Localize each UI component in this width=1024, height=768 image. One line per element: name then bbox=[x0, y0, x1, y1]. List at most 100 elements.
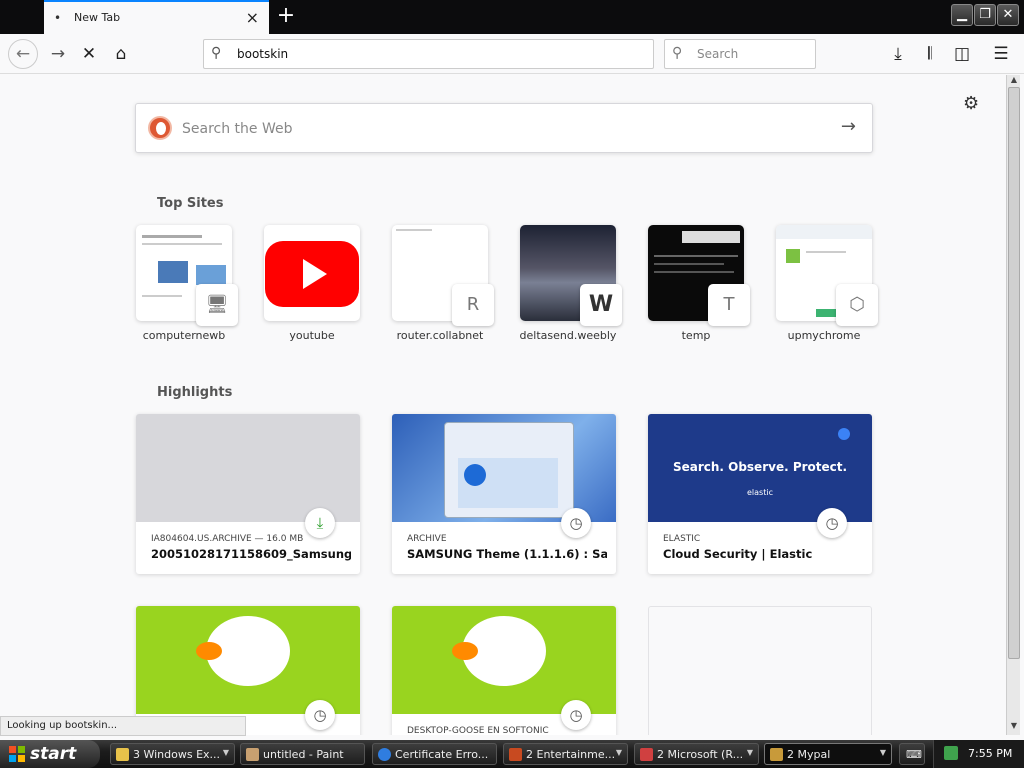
system-tray: 7:55 PM bbox=[933, 740, 1024, 768]
url-text: bootskin bbox=[237, 47, 289, 61]
clock-icon: ◷ bbox=[561, 700, 591, 730]
card-image bbox=[392, 414, 616, 522]
web-search-box[interactable]: Search the Web → bbox=[135, 103, 873, 153]
tab-new-tab[interactable]: • New Tab × bbox=[44, 0, 269, 34]
new-tab-page: ⚙ Search the Web → Top Sites 🖥 computern… bbox=[0, 75, 1006, 735]
top-site-label: router.collabnet bbox=[396, 329, 484, 342]
scrollbar-thumb[interactable] bbox=[1008, 87, 1020, 659]
folder-icon bbox=[116, 748, 129, 761]
minimize-button[interactable]: ▁ bbox=[951, 4, 973, 26]
top-site-label: temp bbox=[681, 329, 711, 342]
card-image bbox=[136, 606, 360, 714]
paint-icon bbox=[246, 748, 259, 761]
search-input[interactable]: ⚲ Search bbox=[664, 39, 816, 69]
vertical-scrollbar[interactable]: ▲ ▼ bbox=[1006, 75, 1020, 735]
highlight-card[interactable]: ◷ ARCHIVE SAMSUNG Theme (1.1.1.6) : Sa..… bbox=[392, 414, 616, 574]
tab-strip: • New Tab × + ▁ ❐ ✕ bbox=[0, 0, 1024, 34]
search-icon: ⚲ bbox=[672, 45, 683, 61]
clock-icon: ◷ bbox=[817, 508, 847, 538]
taskbar-item-windows-explorer[interactable]: 3 Windows Ex... ▼ bbox=[110, 743, 235, 765]
top-site-label: youtube bbox=[289, 329, 335, 342]
chevron-down-icon: ▼ bbox=[222, 748, 229, 757]
top-site-label: deltasend.weebly bbox=[519, 329, 617, 342]
clock-icon: ◷ bbox=[561, 508, 591, 538]
web-search-placeholder: Search the Web bbox=[182, 121, 293, 137]
top-sites-heading: Top Sites bbox=[157, 196, 224, 211]
card-image: Search. Observe. Protect. elastic bbox=[648, 414, 872, 522]
start-label: start bbox=[30, 744, 77, 764]
highlights-heading: Highlights bbox=[157, 385, 233, 400]
tab-title: New Tab bbox=[74, 11, 121, 24]
card-image-text: Search. Observe. Protect. bbox=[672, 460, 848, 474]
tab-close-button[interactable]: × bbox=[246, 8, 259, 27]
search-placeholder: Search bbox=[697, 47, 739, 61]
keyboard-icon[interactable]: ⌨ bbox=[899, 743, 925, 765]
taskbar-item-microsoft[interactable]: 2 Microsoft (R... ▼ bbox=[634, 743, 759, 765]
stop-button[interactable]: ✕ bbox=[77, 42, 101, 66]
card-image bbox=[136, 414, 360, 522]
taskbar-item-paint[interactable]: untitled - Paint bbox=[240, 743, 365, 765]
taskbar-item-entertainment[interactable]: 2 Entertainme... ▼ bbox=[503, 743, 628, 765]
status-text: Looking up bootskin... bbox=[0, 716, 246, 736]
highlight-card[interactable]: Search. Observe. Protect. elastic ◷ ELAS… bbox=[648, 414, 872, 574]
taskbar-item-certificate-error[interactable]: Certificate Erro... bbox=[372, 743, 497, 765]
scroll-up-icon[interactable]: ▲ bbox=[1007, 75, 1021, 87]
mypal-icon bbox=[770, 748, 783, 761]
url-bar[interactable]: ⚲ bootskin bbox=[203, 39, 654, 69]
network-icon[interactable] bbox=[944, 746, 958, 760]
search-icon: ⚲ bbox=[211, 45, 222, 61]
card-title: Cloud Security | Elastic bbox=[663, 547, 813, 561]
clock-icon: ◷ bbox=[305, 700, 335, 730]
close-window-button[interactable]: ✕ bbox=[997, 4, 1019, 26]
chevron-down-icon: ▼ bbox=[879, 748, 886, 757]
taskbar-item-mypal[interactable]: 2 Mypal ▼ bbox=[764, 743, 892, 765]
library-icon[interactable]: 𝄃 bbox=[918, 42, 942, 66]
highlight-card[interactable]: ⤓ IA804604.US.ARCHIVE — 16.0 MB 20051028… bbox=[136, 414, 360, 574]
card-source: IA804604.US.ARCHIVE — 16.0 MB bbox=[151, 534, 304, 544]
windows-flag-icon bbox=[9, 746, 25, 762]
browser-window: • New Tab × + ▁ ❐ ✕ ← → ✕ ⌂ ⚲ bootskin ⚲… bbox=[0, 0, 1024, 740]
card-source: ARCHIVE bbox=[407, 534, 447, 544]
navigation-toolbar: ← → ✕ ⌂ ⚲ bootskin ⚲ Search ⤓ 𝄃 ◫ ☰ bbox=[0, 34, 1024, 74]
computer-icon: 🖥 bbox=[196, 284, 238, 326]
site-letter-badge: T bbox=[708, 284, 750, 326]
card-title: SAMSUNG Theme (1.1.1.6) : Sa... bbox=[407, 547, 607, 561]
media-icon bbox=[509, 748, 522, 761]
clock: 7:55 PM bbox=[968, 747, 1013, 760]
top-site-label: upmychrome bbox=[787, 329, 861, 342]
new-tab-button[interactable]: + bbox=[274, 3, 298, 28]
home-button[interactable]: ⌂ bbox=[109, 42, 133, 66]
empty-highlight-card bbox=[648, 606, 872, 735]
taskbar-item-label: 3 Windows Ex... bbox=[133, 748, 221, 761]
highlight-card[interactable]: ◷ DESKTOP-GOOSE EN SOFTONIC bbox=[392, 606, 616, 735]
menu-icon[interactable]: ☰ bbox=[989, 42, 1013, 66]
forward-button[interactable]: → bbox=[46, 42, 70, 66]
site-letter-badge: R bbox=[452, 284, 494, 326]
maximize-button[interactable]: ❐ bbox=[974, 4, 996, 26]
scroll-down-icon[interactable]: ▼ bbox=[1007, 721, 1021, 733]
card-source: DESKTOP-GOOSE EN SOFTONIC bbox=[407, 726, 549, 735]
internet-explorer-icon bbox=[378, 748, 391, 761]
start-button[interactable]: start bbox=[0, 740, 100, 768]
sidebar-icon[interactable]: ◫ bbox=[950, 42, 974, 66]
taskbar-item-label: untitled - Paint bbox=[263, 748, 344, 761]
top-site-label: computernewb bbox=[142, 329, 226, 342]
back-button[interactable]: ← bbox=[8, 39, 38, 69]
weebly-icon: W bbox=[580, 284, 622, 326]
taskbar-item-label: Certificate Erro... bbox=[395, 748, 489, 761]
youtube-logo bbox=[264, 225, 360, 321]
gear-icon[interactable]: ⚙ bbox=[963, 93, 979, 114]
taskbar-item-label: 2 Entertainme... bbox=[526, 748, 616, 761]
cube-icon: ⬡ bbox=[836, 284, 878, 326]
chevron-down-icon: ▼ bbox=[746, 748, 753, 757]
taskbar-item-label: 2 Microsoft (R... bbox=[657, 748, 744, 761]
duckduckgo-icon bbox=[148, 116, 172, 140]
arrow-right-icon[interactable]: → bbox=[841, 116, 856, 137]
downloads-icon[interactable]: ⤓ bbox=[886, 42, 910, 66]
loading-icon: • bbox=[54, 11, 62, 25]
taskbar: start 3 Windows Ex... ▼ untitled - Paint… bbox=[0, 740, 1024, 768]
elastic-logo: elastic bbox=[747, 488, 773, 497]
download-icon: ⤓ bbox=[305, 508, 335, 538]
taskbar-item-label: 2 Mypal bbox=[787, 748, 831, 761]
app-icon bbox=[640, 748, 653, 761]
